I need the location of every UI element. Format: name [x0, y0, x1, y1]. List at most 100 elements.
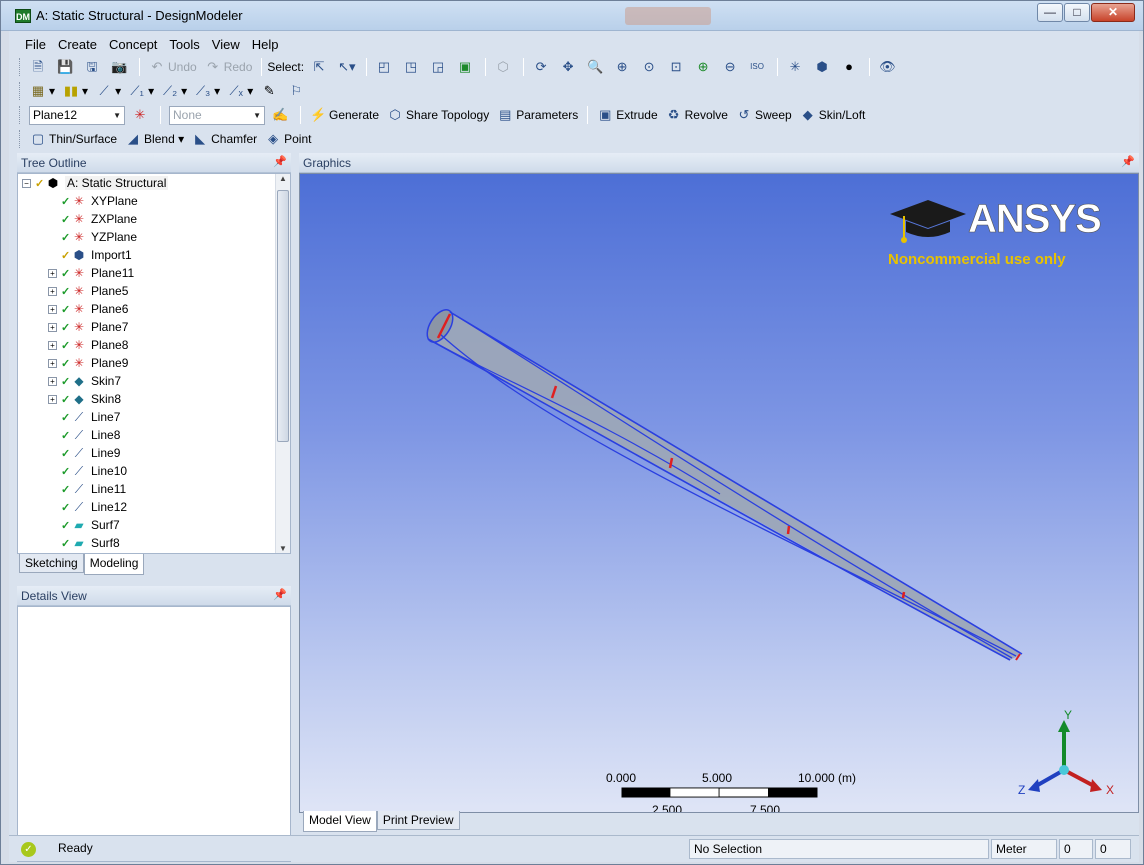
line-tool-2-button[interactable]: ⟋₂ ▾: [159, 81, 190, 101]
axis-triad[interactable]: Y X Z: [1018, 708, 1114, 797]
tree-item-xyplane[interactable]: ✓ ✳ XYPlane: [48, 192, 138, 210]
toolbar-grip[interactable]: [19, 82, 22, 100]
expand-icon[interactable]: +: [48, 394, 57, 404]
revolve-button[interactable]: ♻ Revolve: [663, 105, 731, 125]
expand-icon[interactable]: +: [48, 340, 57, 350]
new-button[interactable]: 🗎: [27, 57, 52, 77]
status-units[interactable]: Meter: [991, 839, 1057, 859]
extrude-button[interactable]: ▣ Extrude: [594, 105, 660, 125]
iso-view-button[interactable]: ISO: [746, 57, 771, 77]
tab-model-view[interactable]: Model View: [303, 811, 377, 832]
save-button[interactable]: 💾: [54, 57, 79, 77]
expand-icon[interactable]: +: [48, 376, 57, 386]
close-button[interactable]: ✕: [1091, 3, 1135, 22]
line-tool-x-button[interactable]: ⟋ₓ ▾: [225, 81, 256, 101]
display-mode-button[interactable]: ▦ ▾: [27, 81, 58, 101]
tab-modeling[interactable]: Modeling: [83, 554, 145, 575]
zoom-box-button[interactable]: ⊕: [611, 57, 636, 77]
tree-item-yzplane[interactable]: ✓ ✳ YZPlane: [48, 228, 137, 246]
screenshot-button[interactable]: 📷: [108, 57, 133, 77]
look-at-button[interactable]: 👁: [876, 57, 901, 77]
tree-item-plane5[interactable]: + ✓ ✳ Plane5: [48, 282, 128, 300]
zoom-button[interactable]: 🔍: [584, 57, 609, 77]
select-bodies-button[interactable]: ▣: [454, 57, 479, 77]
pin-icon[interactable]: 📌: [1121, 155, 1135, 168]
pin-icon[interactable]: 📌: [273, 588, 287, 601]
redo-button[interactable]: ↷ Redo: [202, 57, 256, 77]
scroll-up-icon[interactable]: ▲: [276, 174, 290, 183]
line-tool-1-button[interactable]: ⟋₁ ▾: [126, 81, 157, 101]
select-edges-button[interactable]: ◳: [400, 57, 425, 77]
thin-surface-button[interactable]: ▢ Thin/Surface: [27, 129, 120, 149]
tree-item-line9[interactable]: ✓ ⟋ Line9: [48, 444, 120, 462]
minimize-button[interactable]: —: [1037, 3, 1063, 22]
menu-concept[interactable]: Concept: [103, 37, 163, 52]
generate-button[interactable]: ⚡ Generate: [307, 105, 382, 125]
tree-root[interactable]: − ✓ ⬢ A: Static Structural: [22, 174, 169, 192]
tree-item-line12[interactable]: ✓ ⟋ Line12: [48, 498, 127, 516]
tab-sketching[interactable]: Sketching: [19, 554, 84, 573]
tree-item-line8[interactable]: ✓ ⟋ Line8: [48, 426, 120, 444]
select-faces-button[interactable]: ◲: [427, 57, 452, 77]
menu-create[interactable]: Create: [52, 37, 103, 52]
select-mode-button[interactable]: ⇱: [308, 57, 333, 77]
tree-item-import1[interactable]: ✓ ⬢ Import1: [48, 246, 132, 264]
tree-item-plane8[interactable]: + ✓ ✳ Plane8: [48, 336, 128, 354]
tree-item-line10[interactable]: ✓ ⟋ Line10: [48, 462, 127, 480]
menu-file[interactable]: File: [19, 37, 52, 52]
toolbar-grip[interactable]: [19, 130, 22, 148]
tree-item-plane7[interactable]: + ✓ ✳ Plane7: [48, 318, 128, 336]
expand-icon[interactable]: +: [48, 304, 57, 314]
expand-icon[interactable]: +: [48, 286, 57, 296]
parameters-button[interactable]: ▤ Parameters: [494, 105, 581, 125]
sketch-select[interactable]: None ▼: [169, 105, 265, 125]
toolbar-grip[interactable]: [19, 58, 22, 76]
display-model-button[interactable]: ⬢: [811, 57, 836, 77]
color-mode-button[interactable]: ▮▮ ▾: [60, 81, 91, 101]
extend-selection-button[interactable]: ⬡: [492, 57, 517, 77]
model-canvas[interactable]: ANSYS Noncommercial use only 0.000 5.000…: [300, 174, 1139, 813]
menu-help[interactable]: Help: [246, 37, 285, 52]
tree-item-plane11[interactable]: + ✓ ✳ Plane11: [48, 264, 134, 282]
pan-button[interactable]: ✥: [557, 57, 582, 77]
menu-view[interactable]: View: [206, 37, 246, 52]
point-button[interactable]: ◈ Point: [262, 129, 314, 149]
rotate-button[interactable]: ⟳: [530, 57, 555, 77]
undo-button[interactable]: ↶ Undo: [146, 57, 200, 77]
expand-icon[interactable]: +: [48, 358, 57, 368]
scroll-thumb[interactable]: [277, 190, 289, 442]
new-sketch-button[interactable]: ✍: [269, 105, 294, 125]
collapse-icon[interactable]: −: [22, 178, 31, 188]
zoom-out-button[interactable]: ⊖: [719, 57, 744, 77]
share-topology-button[interactable]: ⬡ Share Topology: [384, 105, 492, 125]
select-points-button[interactable]: ◰: [373, 57, 398, 77]
chamfer-button[interactable]: ◣ Chamfer: [189, 129, 260, 149]
tree-item-plane9[interactable]: + ✓ ✳ Plane9: [48, 354, 128, 372]
expand-icon[interactable]: +: [48, 268, 57, 278]
pin-icon[interactable]: 📌: [273, 155, 287, 168]
select-type-button[interactable]: ↖▾: [335, 57, 360, 77]
skin-loft-button[interactable]: ◆ Skin/Loft: [797, 105, 869, 125]
line-tool-3-button[interactable]: ⟋₃ ▾: [192, 81, 223, 101]
tree-item-line11[interactable]: ✓ ⟋ Line11: [48, 480, 126, 498]
tree-item-surf7[interactable]: ✓ ▰ Surf7: [48, 516, 120, 534]
tree-item-surf8[interactable]: ✓ ▰ Surf8: [48, 534, 120, 552]
display-points-button[interactable]: ●: [838, 57, 863, 77]
expand-icon[interactable]: +: [48, 322, 57, 332]
graphics-viewport[interactable]: ANSYS Noncommercial use only 0.000 5.000…: [299, 173, 1139, 813]
zoom-fit-button[interactable]: ⊙: [638, 57, 663, 77]
tree-item-zxplane[interactable]: ✓ ✳ ZXPlane: [48, 210, 137, 228]
toolbar-grip[interactable]: [19, 106, 22, 124]
tab-print-preview[interactable]: Print Preview: [376, 811, 460, 830]
new-plane-button[interactable]: ✳: [129, 105, 154, 125]
blend-button[interactable]: ◢ Blend ▾: [122, 129, 187, 149]
tree-scrollbar[interactable]: ▲ ▼: [275, 174, 290, 553]
scroll-down-icon[interactable]: ▼: [276, 544, 290, 553]
plane-select[interactable]: Plane12 ▼: [29, 105, 125, 125]
flag-tool-button[interactable]: ⚐: [285, 81, 310, 101]
tree-item-skin8[interactable]: + ✓ ◆ Skin8: [48, 390, 121, 408]
tree-item-plane6[interactable]: + ✓ ✳ Plane6: [48, 300, 128, 318]
sweep-button[interactable]: ↺ Sweep: [733, 105, 795, 125]
menu-tools[interactable]: Tools: [163, 37, 205, 52]
pin-tool-button[interactable]: ✎: [258, 81, 283, 101]
